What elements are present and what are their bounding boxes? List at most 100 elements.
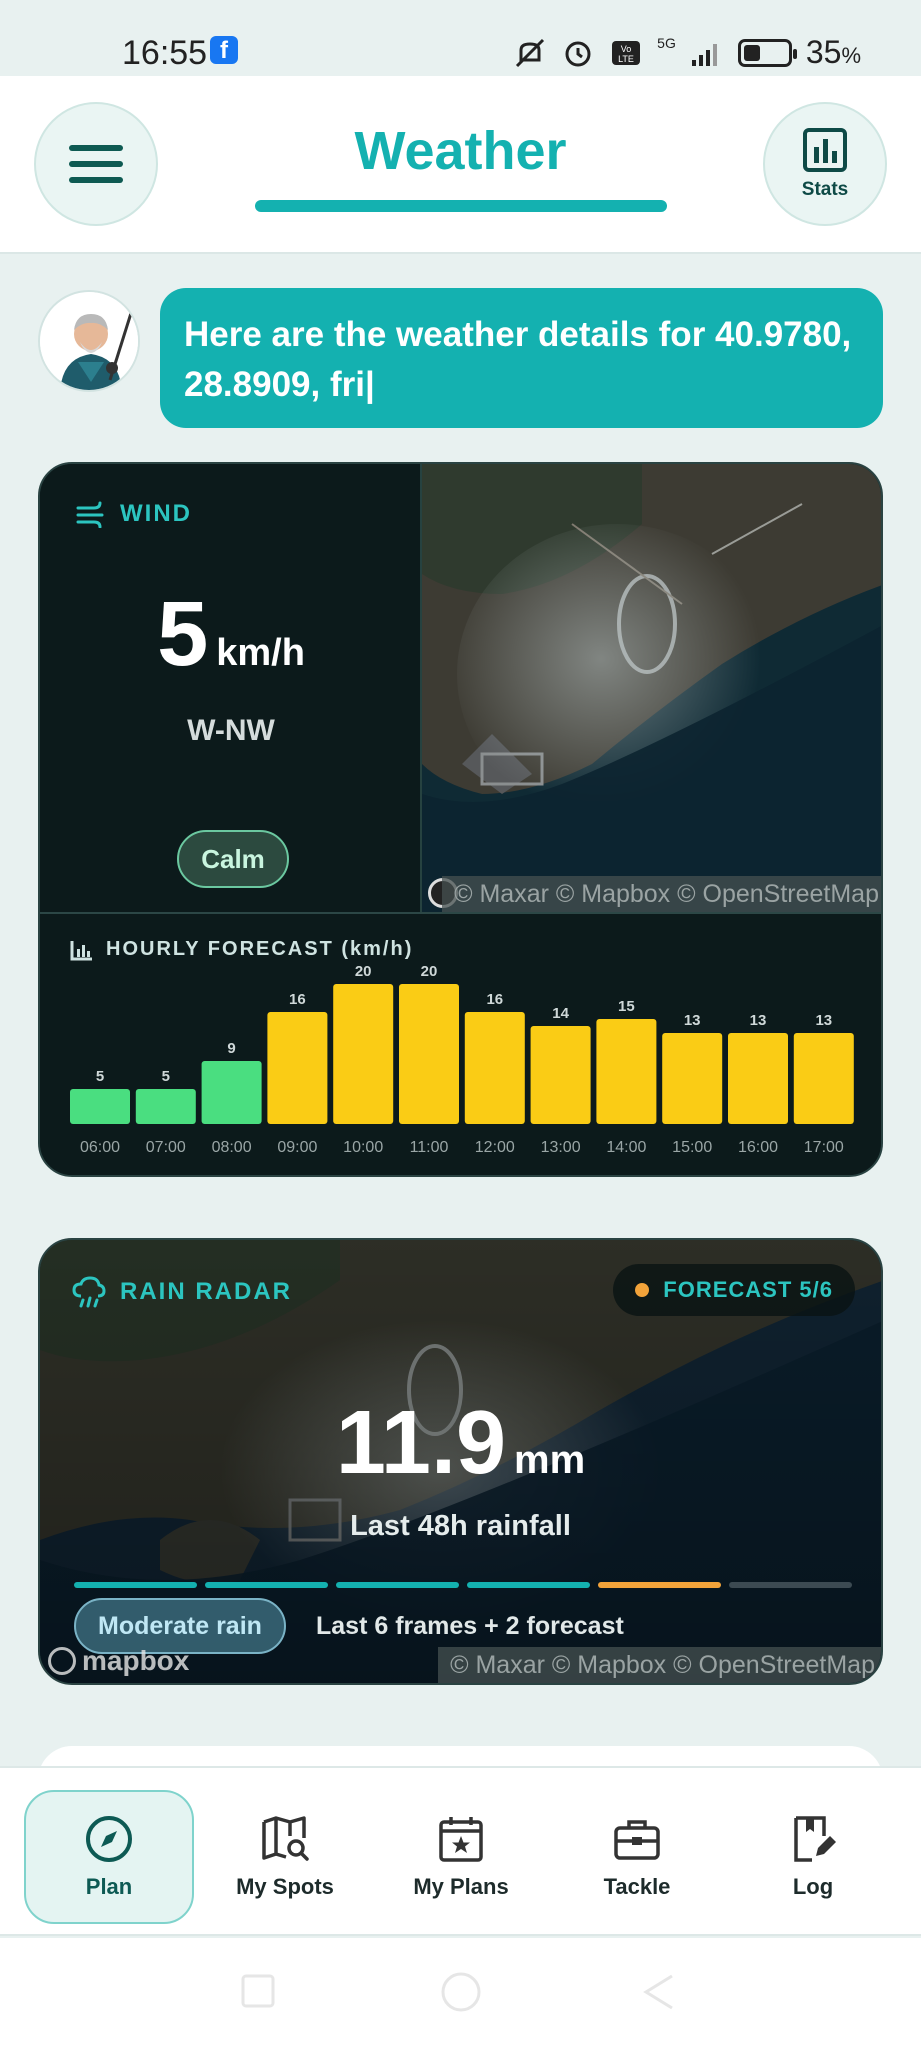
nav-label: Plan bbox=[85, 1874, 133, 1899]
nav-tackle[interactable]: Tackle bbox=[552, 1790, 722, 1924]
assistant-avatar bbox=[38, 290, 140, 392]
volte-icon: VoLTE bbox=[612, 40, 641, 65]
compass-icon bbox=[86, 1816, 132, 1862]
hourly-time-label: 07:00 bbox=[146, 1139, 186, 1156]
hourly-bar bbox=[135, 1089, 196, 1124]
map-search-icon bbox=[262, 1816, 309, 1861]
hourly-bar bbox=[201, 1061, 262, 1124]
mapbox-logo[interactable]: mapbox bbox=[48, 1645, 189, 1677]
recent-apps-icon[interactable] bbox=[241, 1974, 275, 2008]
forecast-frame-badge: FORECAST 5/6 bbox=[613, 1264, 855, 1316]
hourly-value-label: 5 bbox=[96, 1068, 104, 1085]
tackle-box-icon bbox=[614, 1820, 660, 1860]
hourly-value-label: 5 bbox=[162, 1068, 170, 1085]
map-attribution[interactable]: © Maxar © Mapbox © OpenStreetMap bbox=[438, 1647, 881, 1683]
network-type: 5G bbox=[657, 34, 676, 51]
wind-icon bbox=[76, 501, 104, 528]
hourly-value-label: 15 bbox=[618, 998, 635, 1015]
hourly-value-label: 16 bbox=[486, 991, 503, 1008]
rainfall-total: 11.9 mm bbox=[40, 1392, 881, 1495]
svg-text:Vo: Vo bbox=[621, 44, 632, 54]
hourly-bar bbox=[333, 984, 394, 1124]
wind-satellite-map[interactable]: © Maxar © Mapbox © OpenStreetMap bbox=[422, 464, 881, 912]
radar-frame-timeline[interactable] bbox=[74, 1582, 852, 1588]
mute-vibrate-icon bbox=[516, 38, 545, 67]
nav-plan[interactable]: Plan bbox=[24, 1790, 194, 1924]
hourly-bar bbox=[70, 1089, 130, 1124]
hourly-bar bbox=[728, 1033, 788, 1124]
rainfall-subtitle: Last 48h rainfall bbox=[350, 1510, 571, 1542]
chat-message-bubble: Here are the weather details for 40.9780… bbox=[160, 288, 883, 428]
alarm-icon bbox=[565, 41, 591, 66]
rainfall-value: 11.9 bbox=[335, 1393, 507, 1493]
back-icon[interactable] bbox=[643, 1974, 673, 2010]
radar-frame-segment[interactable] bbox=[74, 1582, 197, 1588]
frames-note: Last 6 frames + 2 forecast bbox=[316, 1612, 624, 1640]
hourly-time-label: 08:00 bbox=[212, 1139, 252, 1156]
hourly-time-label: 17:00 bbox=[804, 1139, 844, 1156]
hourly-value-label: 14 bbox=[552, 1005, 569, 1022]
nav-label: My Spots bbox=[236, 1874, 334, 1899]
rain-radar-label: RAIN RADAR bbox=[120, 1278, 292, 1305]
radar-frame-segment[interactable] bbox=[598, 1582, 721, 1588]
bottom-navigation: Plan My Spots My Plans Tackle Log bbox=[0, 1766, 921, 1936]
forecast-frame-label: FORECAST 5/6 bbox=[663, 1277, 833, 1302]
app-header: Weather Stats bbox=[0, 76, 921, 254]
hourly-value-label: 16 bbox=[289, 991, 306, 1008]
hourly-value-label: 13 bbox=[815, 1012, 832, 1029]
rainfall-unit: mm bbox=[514, 1438, 586, 1482]
wind-speed: 5 km/h bbox=[40, 582, 422, 687]
wind-summary: WIND 5 km/h W-NW Calm bbox=[40, 464, 422, 912]
rain-radar-header: RAIN RADAR bbox=[72, 1276, 292, 1308]
hourly-bar bbox=[267, 1012, 328, 1124]
rain-radar-card: RAIN RADAR FORECAST 5/6 11.9 mm Last 48h … bbox=[38, 1238, 883, 1685]
hourly-bar bbox=[662, 1033, 723, 1124]
wind-speed-unit: km/h bbox=[216, 632, 305, 674]
stats-label: Stats bbox=[801, 179, 849, 200]
forecast-dot-icon bbox=[635, 1283, 650, 1297]
stats-button[interactable]: Stats bbox=[763, 102, 887, 226]
wind-speed-value: 5 bbox=[157, 583, 209, 685]
status-time: 16:55 bbox=[122, 34, 208, 72]
facebook-notification-icon: f bbox=[210, 36, 238, 64]
radar-frame-segment[interactable] bbox=[336, 1582, 459, 1588]
nav-my-spots[interactable]: My Spots bbox=[200, 1790, 370, 1924]
hourly-time-label: 13:00 bbox=[541, 1139, 581, 1156]
hourly-bar bbox=[530, 1026, 591, 1124]
hourly-bar bbox=[596, 1019, 657, 1124]
status-icons: Vo LTE 5G 35% bbox=[513, 34, 861, 71]
hourly-bar bbox=[793, 1033, 854, 1124]
bar-chart-icon bbox=[803, 128, 847, 172]
signal-icon bbox=[691, 43, 717, 66]
calendar-star-icon bbox=[439, 1817, 483, 1862]
nav-label: My Plans bbox=[413, 1874, 509, 1899]
hourly-wind-chart: 5 06:00 5 07:00 9 08:00 16 09:00 20 10:00 20 11:00 1… bbox=[70, 963, 854, 1156]
radar-frame-segment[interactable] bbox=[729, 1582, 852, 1588]
wind-direction: W-NW bbox=[187, 714, 275, 747]
radar-frame-segment[interactable] bbox=[205, 1582, 328, 1588]
hourly-forecast: HOURLY FORECAST (km/h) 5 06:00 5 07:00 9 08:0… bbox=[40, 912, 881, 1175]
hourly-value-label: 13 bbox=[750, 1012, 767, 1029]
hourly-time-label: 16:00 bbox=[738, 1139, 778, 1156]
wind-card: WIND 5 km/h W-NW Calm © Maxar © Mapbox ©… bbox=[38, 462, 883, 1177]
nav-label: Tackle bbox=[603, 1874, 671, 1899]
hourly-value-label: 13 bbox=[684, 1012, 701, 1029]
hourly-bar bbox=[464, 1012, 525, 1124]
hourly-time-label: 12:00 bbox=[475, 1139, 515, 1156]
hourly-value-label: 20 bbox=[355, 963, 372, 980]
hourly-value-label: 20 bbox=[421, 963, 438, 980]
hourly-time-label: 09:00 bbox=[277, 1139, 317, 1156]
mapbox-icon bbox=[48, 1647, 76, 1675]
wind-label: WIND bbox=[120, 500, 192, 527]
wind-header: WIND bbox=[76, 500, 192, 528]
status-bar: 16:55 f Vo LTE 5G 35% bbox=[0, 0, 921, 76]
map-attribution[interactable]: © Maxar © Mapbox © OpenStreetMap bbox=[442, 876, 881, 912]
hourly-time-label: 14:00 bbox=[606, 1139, 646, 1156]
radar-frame-segment[interactable] bbox=[467, 1582, 590, 1588]
hourly-time-label: 10:00 bbox=[343, 1139, 383, 1156]
nav-my-plans[interactable]: My Plans bbox=[376, 1790, 546, 1924]
home-icon[interactable] bbox=[441, 1972, 481, 2012]
hourly-time-label: 11:00 bbox=[410, 1139, 449, 1156]
battery-level: 35% bbox=[805, 34, 861, 70]
nav-log[interactable]: Log bbox=[728, 1790, 898, 1924]
